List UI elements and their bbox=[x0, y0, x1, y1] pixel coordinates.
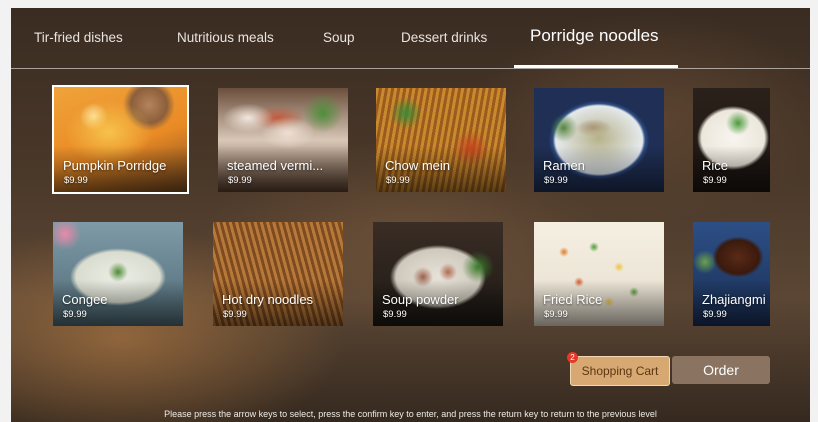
navigation-hint: Please press the arrow keys to select, p… bbox=[164, 409, 657, 419]
shopping-cart-button[interactable]: Shopping Cart bbox=[570, 356, 670, 386]
dish-price: $9.99 bbox=[703, 175, 727, 186]
dish-price: $9.99 bbox=[544, 309, 568, 320]
cart-count-badge: 2 bbox=[567, 352, 578, 363]
order-button[interactable]: Order bbox=[672, 356, 770, 384]
dish-name: Fried Rice bbox=[543, 292, 603, 307]
tab-stir-fried-dishes[interactable]: Tir-fried dishes bbox=[34, 30, 123, 45]
dish-card-pumpkin-porridge[interactable]: Pumpkin Porridge $9.99 bbox=[52, 85, 189, 194]
tab-soup[interactable]: Soup bbox=[323, 30, 355, 45]
dish-card-steamed-vermicelli[interactable]: steamed vermi... $9.99 bbox=[218, 88, 348, 192]
tab-porridge-noodles[interactable]: Porridge noodles bbox=[530, 26, 659, 46]
menu-screen: Tir-fried dishes Nutritious meals Soup D… bbox=[11, 8, 810, 422]
dish-price: $9.99 bbox=[223, 309, 247, 320]
dish-name: Zhajiangmi bbox=[702, 292, 766, 307]
dish-name: Congee bbox=[62, 292, 108, 307]
dish-card-ramen[interactable]: Ramen $9.99 bbox=[534, 88, 664, 192]
category-tabs: Tir-fried dishes Nutritious meals Soup D… bbox=[11, 8, 810, 68]
shopping-cart-label: Shopping Cart bbox=[581, 364, 659, 378]
dish-name: Ramen bbox=[543, 158, 585, 173]
dish-card-rice[interactable]: Rice $9.99 bbox=[693, 88, 770, 192]
dish-price: $9.99 bbox=[64, 175, 88, 186]
dish-price: $9.99 bbox=[228, 175, 252, 186]
tab-nutritious-meals[interactable]: Nutritious meals bbox=[177, 30, 274, 45]
dish-price: $9.99 bbox=[383, 309, 407, 320]
dish-card-congee[interactable]: Congee $9.99 bbox=[53, 222, 183, 326]
dish-card-chow-mein[interactable]: Chow mein $9.99 bbox=[376, 88, 506, 192]
dish-name: Hot dry noodles bbox=[222, 292, 314, 307]
order-label: Order bbox=[703, 362, 739, 378]
dish-card-zhajiangmian[interactable]: Zhajiangmi $9.99 bbox=[693, 222, 770, 326]
tab-dessert-drinks[interactable]: Dessert drinks bbox=[401, 30, 487, 45]
dish-price: $9.99 bbox=[703, 309, 727, 320]
dish-card-hot-dry-noodles[interactable]: Hot dry noodles $9.99 bbox=[213, 222, 343, 326]
dish-name: Chow mein bbox=[385, 158, 451, 173]
dish-name: Rice bbox=[702, 158, 729, 173]
tab-divider bbox=[11, 68, 810, 69]
dish-card-fried-rice[interactable]: Fried Rice $9.99 bbox=[534, 222, 664, 326]
dish-name: steamed vermi... bbox=[227, 158, 324, 173]
dish-name: Soup powder bbox=[382, 292, 459, 307]
dish-price: $9.99 bbox=[63, 309, 87, 320]
dish-price: $9.99 bbox=[386, 175, 410, 186]
dish-price: $9.99 bbox=[544, 175, 568, 186]
dish-card-soup-powder[interactable]: Soup powder $9.99 bbox=[373, 222, 503, 326]
dish-name: Pumpkin Porridge bbox=[63, 158, 167, 173]
